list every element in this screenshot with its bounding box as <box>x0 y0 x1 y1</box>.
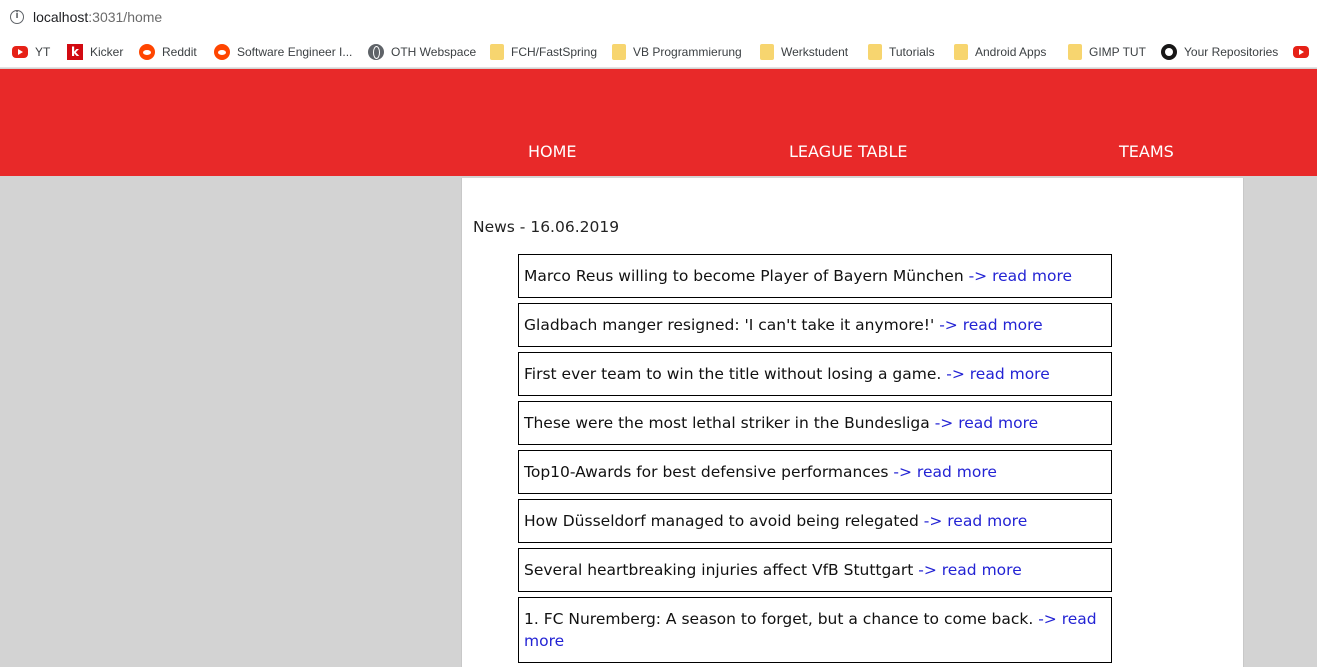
bookmark-label: Your Repositories <box>1184 45 1279 59</box>
folder-icon <box>954 44 968 60</box>
news-item: These were the most lethal striker in th… <box>518 401 1112 445</box>
news-headline: Several heartbreaking injuries affect Vf… <box>524 561 914 579</box>
bookmark-kicker[interactable]: k Kicker <box>67 43 123 61</box>
globe-icon <box>368 44 384 60</box>
bookmark-vb-programmierung[interactable]: VB Programmierung <box>612 43 742 61</box>
nav-teams[interactable]: TEAMS <box>1119 142 1174 161</box>
bookmark-oth-webspace[interactable]: OTH Webspace <box>368 43 476 61</box>
read-more-link[interactable]: -> read more <box>924 512 1028 530</box>
bookmark-label: Werkstudent <box>781 45 849 59</box>
info-icon[interactable]: i <box>10 10 24 24</box>
news-item: Gladbach manger resigned: 'I can't take … <box>518 303 1112 347</box>
bookmark-label: VB Programmierung <box>633 45 742 59</box>
nav-home[interactable]: HOME <box>528 142 577 161</box>
bookmark-label: OTH Webspace <box>391 45 477 59</box>
nav-league-table[interactable]: LEAGUE TABLE <box>789 142 907 161</box>
address-bar[interactable]: i localhost:3031/home <box>0 0 1317 36</box>
bookmark-yt[interactable]: YT <box>12 43 50 61</box>
folder-icon <box>612 44 626 60</box>
bookmark-software-engineer[interactable]: Software Engineer I... <box>214 43 352 61</box>
news-item: How Düsseldorf managed to avoid being re… <box>518 499 1112 543</box>
bookmark-your-repositories[interactable]: Your Repositories <box>1161 43 1278 61</box>
news-item: Several heartbreaking injuries affect Vf… <box>518 548 1112 592</box>
bookmarks-bar: YT k Kicker Reddit Software Engineer I...… <box>0 36 1317 68</box>
news-title: News - 16.06.2019 <box>473 218 620 236</box>
read-more-link[interactable]: -> read more <box>918 561 1022 579</box>
news-item: First ever team to win the title without… <box>518 352 1112 396</box>
youtube-icon <box>1293 46 1309 58</box>
news-item: 1. FC Nuremberg: A season to forget, but… <box>518 597 1112 663</box>
read-more-link[interactable]: -> read more <box>969 267 1073 285</box>
read-more-link[interactable]: -> read more <box>935 414 1039 432</box>
bookmark-gimp-tut[interactable]: GIMP TUT <box>1068 43 1146 61</box>
bookmark-label: Tutorials <box>889 45 935 59</box>
news-headline: Gladbach manger resigned: 'I can't take … <box>524 316 935 334</box>
bookmark-label: GIMP TUT <box>1089 45 1146 59</box>
news-item: Top10-Awards for best defensive performa… <box>518 450 1112 494</box>
folder-icon <box>868 44 882 60</box>
main-content: News - 16.06.2019 Marco Reus willing to … <box>461 178 1244 667</box>
url-text[interactable]: localhost:3031/home <box>33 9 162 25</box>
read-more-link[interactable]: -> read more <box>946 365 1050 383</box>
bookmark-fch-fastspring[interactable]: FCH/FastSpring <box>490 43 597 61</box>
news-headline: First ever team to win the title without… <box>524 365 942 383</box>
youtube-icon <box>12 46 28 58</box>
reddit-icon <box>139 44 155 60</box>
news-headline: These were the most lethal striker in th… <box>524 414 930 432</box>
news-headline: How Düsseldorf managed to avoid being re… <box>524 512 919 530</box>
read-more-link[interactable]: -> read more <box>939 316 1043 334</box>
bookmark-label: Android Apps <box>975 45 1047 59</box>
site-header: HOME LEAGUE TABLE TEAMS <box>0 69 1317 176</box>
url-host: localhost <box>33 9 89 25</box>
bookmark-reddit[interactable]: Reddit <box>139 43 197 61</box>
kicker-icon: k <box>67 44 83 60</box>
bookmark-label: YT <box>35 45 51 59</box>
bookmark-label: Reddit <box>162 45 197 59</box>
news-item: Marco Reus willing to become Player of B… <box>518 254 1112 298</box>
url-path: :3031/home <box>88 9 163 25</box>
bookmark-label: Kicker <box>90 45 124 59</box>
bookmark-werkstudent[interactable]: Werkstudent <box>760 43 848 61</box>
github-icon <box>1161 44 1177 60</box>
read-more-link[interactable]: -> read more <box>893 463 997 481</box>
bookmark-youtube-overflow[interactable] <box>1293 43 1316 61</box>
bookmark-android-apps[interactable]: Android Apps <box>954 43 1046 61</box>
bookmark-tutorials[interactable]: Tutorials <box>868 43 935 61</box>
news-headline: Top10-Awards for best defensive performa… <box>524 463 889 481</box>
folder-icon <box>490 44 504 60</box>
news-headline: Marco Reus willing to become Player of B… <box>524 267 964 285</box>
folder-icon <box>760 44 774 60</box>
bookmark-label: Software Engineer I... <box>237 45 353 59</box>
news-headline: 1. FC Nuremberg: A season to forget, but… <box>524 610 1034 628</box>
reddit-icon <box>214 44 230 60</box>
bookmark-label: FCH/FastSpring <box>511 45 598 59</box>
folder-icon <box>1068 44 1082 60</box>
